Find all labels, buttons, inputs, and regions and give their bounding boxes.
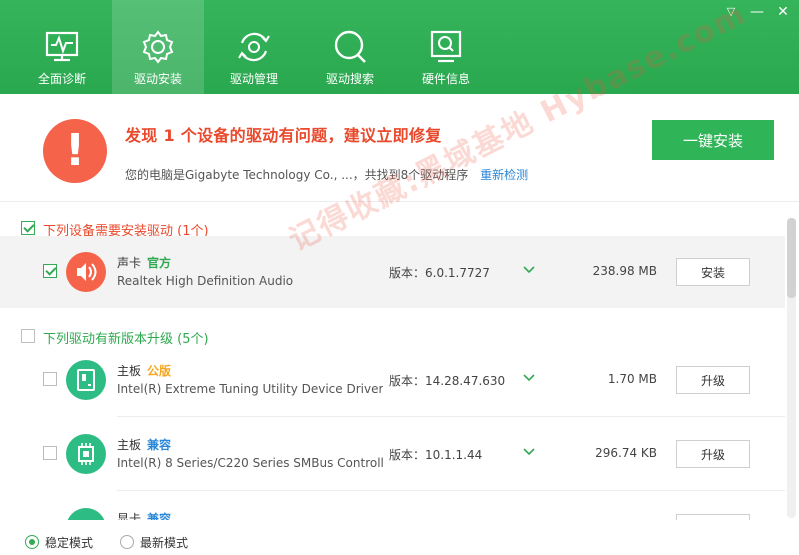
minimize-button[interactable]: — — [746, 3, 768, 21]
driver-type: 声卡 官方 — [117, 256, 172, 270]
hardware-search-icon — [430, 30, 462, 63]
tab-label: 全面诊断 — [37, 72, 86, 86]
driver-checkbox[interactable] — [43, 264, 57, 278]
one-click-install-button[interactable]: 一键安装 — [652, 120, 774, 160]
top-nav-bar: 全面诊断 驱动安装 驱动管理 驱动搜索 硬件信息 ▽ — ✕ — [0, 0, 799, 94]
driver-name: Intel(R) 8 Series/C220 Series SMBus Cont… — [117, 456, 383, 470]
driver-checkbox[interactable] — [43, 372, 57, 386]
driver-tag: 公版 — [147, 364, 172, 378]
alert-title: 发现 1 个设备的驱动有问题，建议立即修复 — [125, 126, 442, 145]
scrollbar-thumb[interactable] — [787, 218, 796, 298]
stable-mode-label[interactable]: 稳定模式 — [45, 534, 93, 551]
chevron-down-icon[interactable] — [522, 445, 536, 459]
gear-icon — [142, 30, 174, 64]
row-divider — [117, 416, 785, 417]
chevron-down-icon[interactable] — [522, 263, 536, 277]
tab-driver-search[interactable]: 驱动搜索 — [304, 0, 396, 94]
latest-mode-label[interactable]: 最新模式 — [140, 534, 188, 551]
tab-label: 驱动搜索 — [325, 72, 374, 86]
stable-mode-radio[interactable] — [25, 535, 39, 549]
alert-subtitle: 您的电脑是Gigabyte Technology Co., ...，共找到8个驱… — [125, 166, 528, 183]
install-button[interactable]: 安装 — [676, 258, 750, 286]
close-button[interactable]: ✕ — [772, 3, 794, 21]
tab-label: 驱动管理 — [229, 72, 278, 86]
monitor-pulse-icon — [45, 31, 79, 62]
driver-row[interactable]: 显卡 兼容 — [0, 492, 785, 520]
chevron-down-icon[interactable] — [522, 371, 536, 385]
driver-version: 版本：6.0.1.7727 — [389, 266, 490, 280]
tab-driver-install[interactable]: 驱动安装 — [112, 0, 204, 94]
driver-tag: 官方 — [147, 256, 172, 270]
menu-dropdown-button[interactable]: ▽ — [720, 3, 742, 21]
gpu-icon — [66, 508, 106, 520]
driver-row[interactable]: 声卡 官方 Realtek High Definition Audio 版本：6.… — [0, 236, 785, 308]
tab-full-diagnosis[interactable]: 全面诊断 — [16, 0, 108, 94]
latest-mode-radio[interactable] — [120, 535, 134, 549]
driver-name: Realtek High Definition Audio — [117, 274, 294, 288]
gear-refresh-icon — [238, 32, 270, 62]
motherboard-icon — [66, 360, 106, 400]
search-icon — [334, 30, 366, 63]
upgrade-button[interactable]: 升级 — [676, 440, 750, 468]
driver-type: 显卡 兼容 — [117, 510, 171, 520]
tab-label: 硬件信息 — [421, 72, 470, 86]
row-divider — [117, 490, 785, 491]
driver-app-window: 全面诊断 驱动安装 驱动管理 驱动搜索 硬件信息 ▽ — ✕ ! 发现 1 个设… — [0, 0, 799, 555]
driver-row[interactable]: 主板 公版 Intel(R) Extreme Tuning Utility Dev… — [0, 344, 785, 416]
upgrade-button[interactable] — [676, 514, 750, 520]
redetect-link[interactable]: 重新检测 — [480, 168, 528, 182]
driver-tag: 兼容 — [147, 512, 172, 520]
driver-checkbox[interactable] — [43, 446, 57, 460]
driver-name: Intel(R) Extreme Tuning Utility Device D… — [117, 382, 383, 396]
driver-version: 版本：10.1.1.44 — [389, 448, 483, 462]
tab-hardware-info[interactable]: 硬件信息 — [400, 0, 492, 94]
tab-label: 驱动安装 — [133, 72, 182, 86]
driver-tag: 兼容 — [147, 438, 172, 452]
driver-type: 主板 公版 — [117, 364, 172, 378]
mode-selector-bar: 稳定模式 最新模式 — [0, 522, 799, 555]
driver-size: 1.70 MB — [607, 372, 657, 386]
tab-driver-manage[interactable]: 驱动管理 — [208, 0, 300, 94]
computer-summary-text: 您的电脑是Gigabyte Technology Co., ...，共找到8个驱… — [125, 168, 469, 182]
driver-version: 版本：14.28.47.630 — [389, 374, 506, 388]
driver-row[interactable]: 主板 兼容 Intel(R) 8 Series/C220 Series SMBus… — [0, 418, 785, 490]
problem-alert-panel: ! 发现 1 个设备的驱动有问题，建议立即修复 您的电脑是Gigabyte Te… — [0, 94, 799, 202]
speaker-icon — [66, 252, 106, 292]
section-checkbox[interactable] — [21, 329, 35, 343]
list-scrollbar[interactable] — [787, 218, 796, 518]
driver-size: 296.74 KB — [595, 446, 657, 460]
driver-list[interactable]: 下列设备需要安装驱动 (1个) 声卡 官方 Realtek High Defini… — [0, 202, 785, 520]
driver-type: 主板 兼容 — [117, 438, 172, 452]
section-checkbox[interactable] — [21, 221, 35, 235]
warning-icon: ! — [43, 119, 107, 183]
upgrade-button[interactable]: 升级 — [676, 366, 750, 394]
driver-size: 238.98 MB — [592, 264, 657, 278]
chip-icon — [66, 434, 106, 474]
